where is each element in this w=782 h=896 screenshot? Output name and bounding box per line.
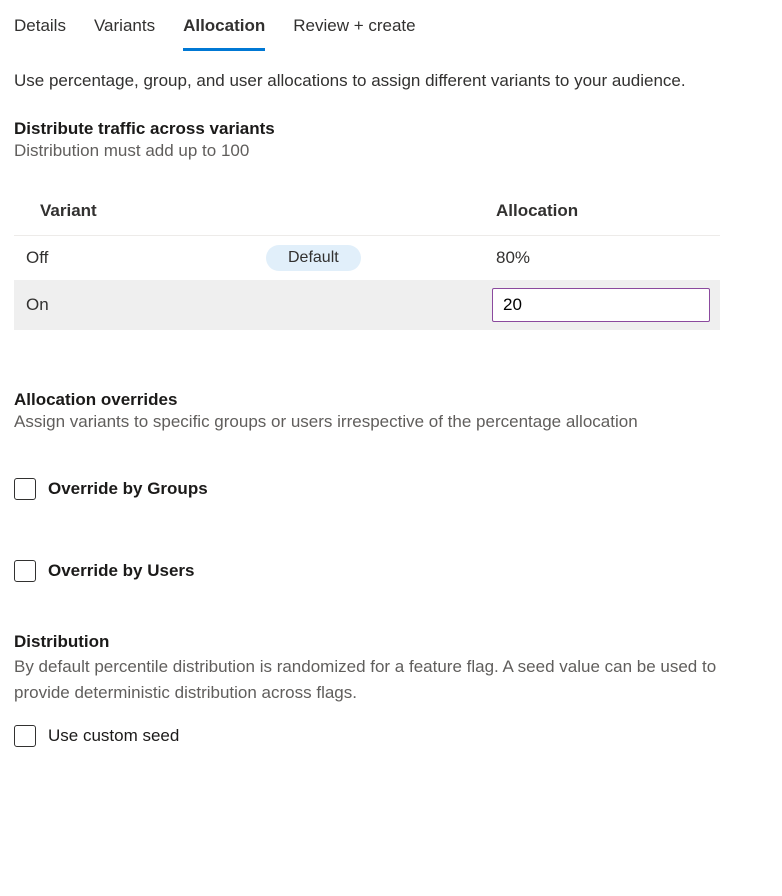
tab-details[interactable]: Details (14, 10, 66, 51)
override-users-checkbox[interactable] (14, 560, 36, 582)
tab-review-create[interactable]: Review + create (293, 10, 415, 51)
distribute-title: Distribute traffic across variants (14, 119, 768, 139)
overrides-subtitle: Assign variants to specific groups or us… (14, 412, 768, 432)
table-row: Off Default 80% (14, 236, 720, 280)
header-variant: Variant (40, 201, 496, 221)
distribute-subtitle: Distribution must add up to 100 (14, 141, 768, 161)
overrides-section: Allocation overrides Assign variants to … (14, 390, 768, 582)
distribution-title: Distribution (14, 632, 768, 652)
intro-text: Use percentage, group, and user allocati… (14, 71, 768, 91)
override-groups-checkbox[interactable] (14, 478, 36, 500)
allocation-cell-on (492, 288, 710, 322)
variant-table-header: Variant Allocation (14, 189, 720, 236)
overrides-title: Allocation overrides (14, 390, 768, 410)
variant-name-off: Off (26, 248, 66, 268)
content-area: Use percentage, group, and user allocati… (0, 51, 782, 747)
custom-seed-row: Use custom seed (14, 725, 768, 747)
variant-cell: Off Default (26, 245, 496, 271)
override-groups-row: Override by Groups (14, 478, 768, 500)
allocation-display-off: 80% (496, 248, 530, 268)
tab-variants[interactable]: Variants (94, 10, 155, 51)
distribution-section: Distribution By default percentile distr… (14, 632, 768, 747)
custom-seed-label[interactable]: Use custom seed (48, 726, 179, 746)
override-users-label[interactable]: Override by Users (48, 561, 194, 581)
distribution-subtitle: By default percentile distribution is ra… (14, 654, 734, 705)
tab-allocation[interactable]: Allocation (183, 10, 265, 51)
override-groups-label[interactable]: Override by Groups (48, 479, 208, 499)
allocation-input-on[interactable] (492, 288, 710, 322)
tabs-nav: Details Variants Allocation Review + cre… (0, 0, 782, 51)
table-row: On (14, 280, 720, 330)
header-allocation: Allocation (496, 201, 578, 221)
default-badge: Default (266, 245, 361, 271)
custom-seed-checkbox[interactable] (14, 725, 36, 747)
override-users-row: Override by Users (14, 560, 768, 582)
variant-cell: On (26, 295, 492, 315)
variant-name-on: On (26, 295, 66, 315)
distribute-section: Distribute traffic across variants Distr… (14, 119, 768, 330)
variant-table: Variant Allocation Off Default 80% On (14, 189, 720, 330)
